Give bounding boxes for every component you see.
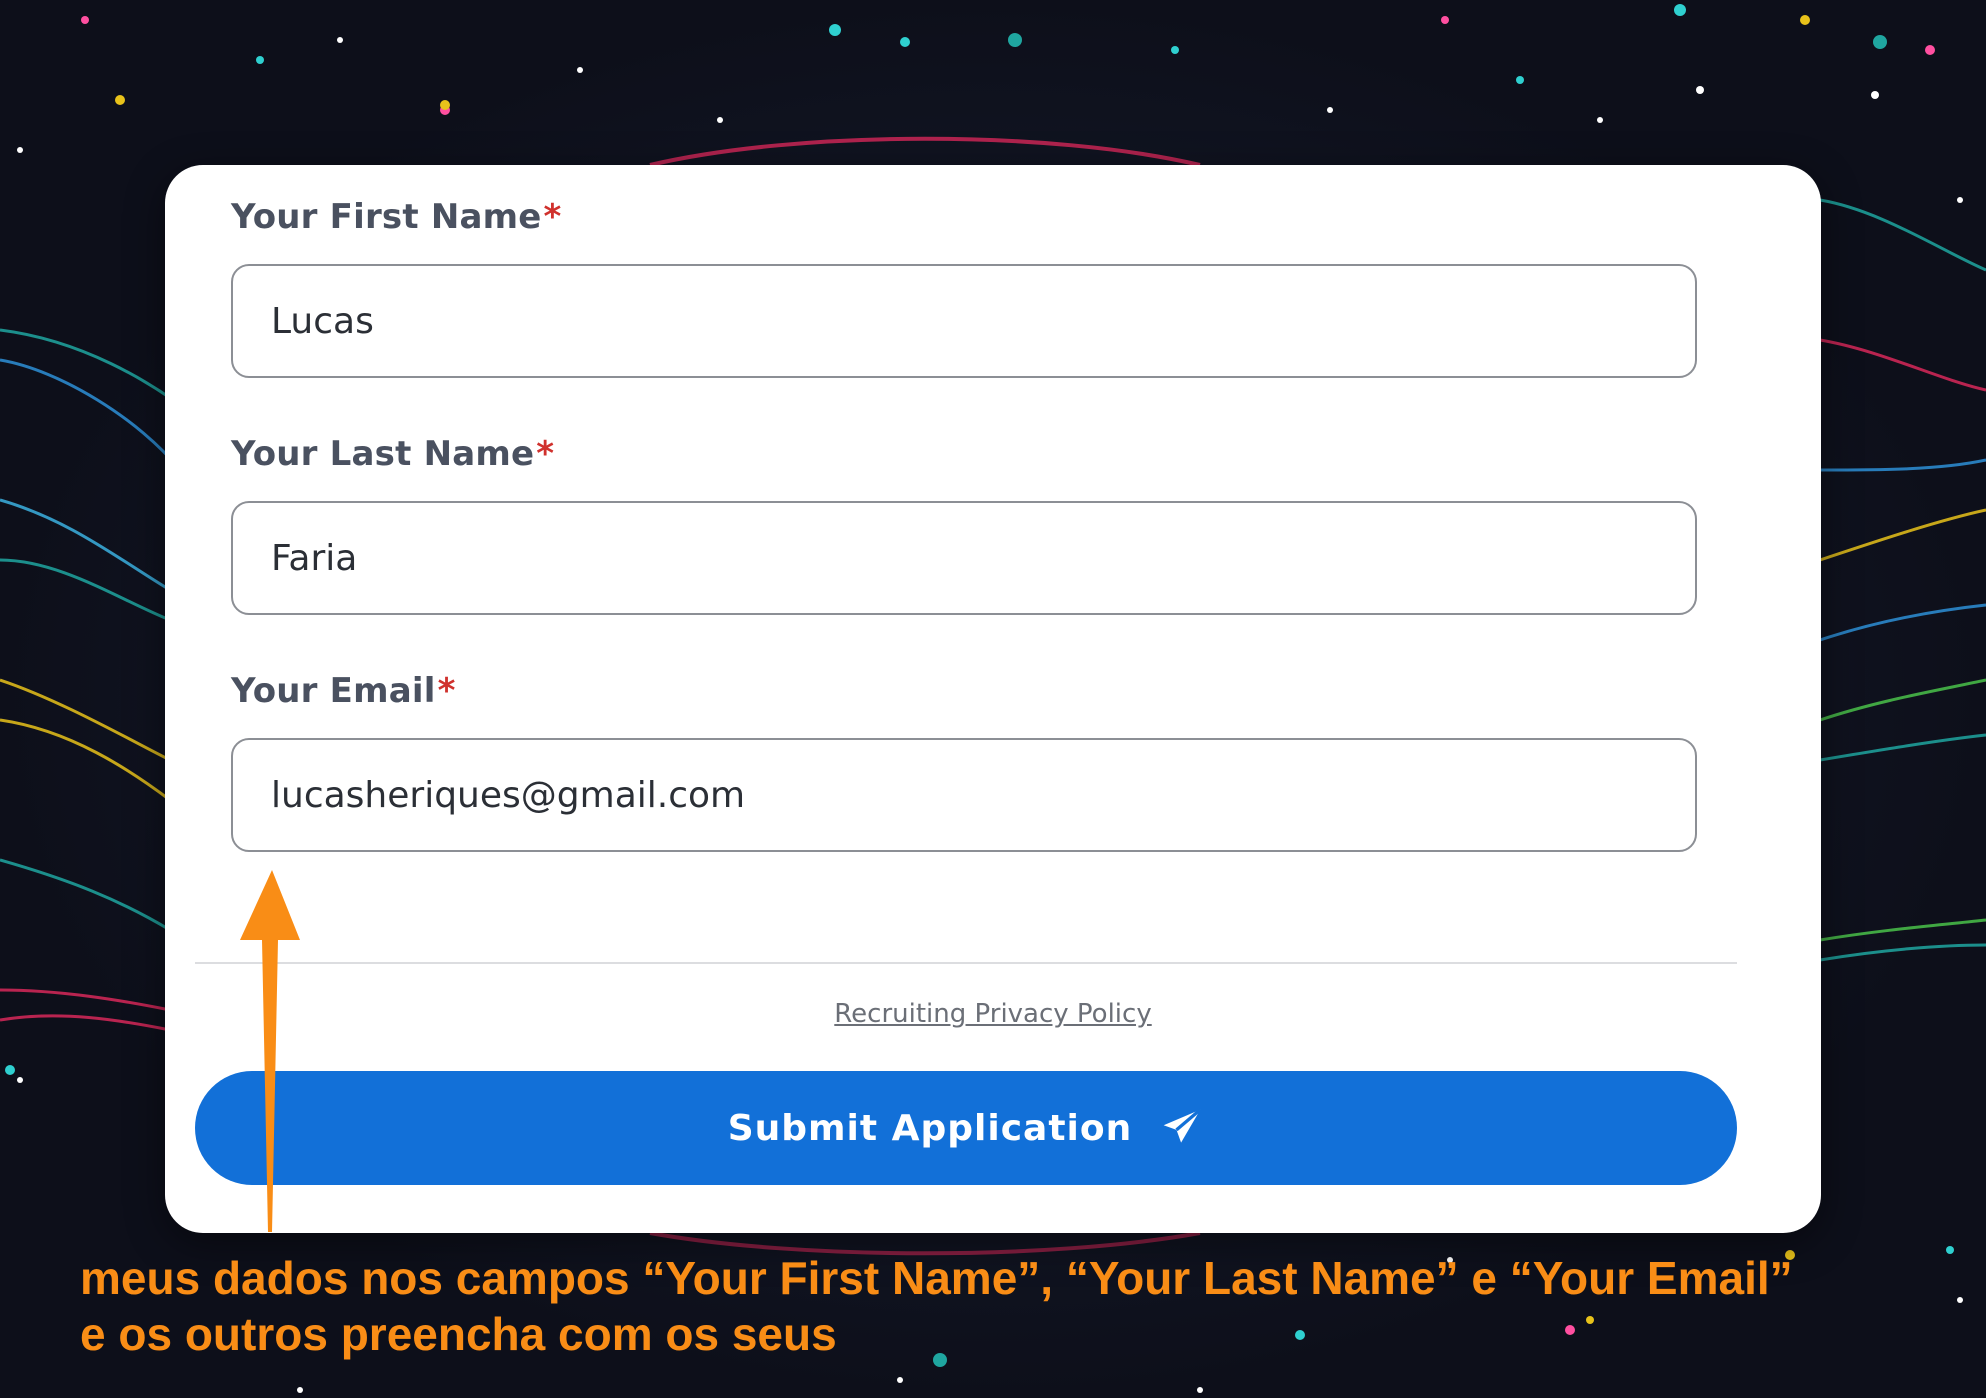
paper-plane-icon: [1163, 1108, 1202, 1143]
required-asterisk: *: [437, 671, 456, 711]
form-divider: [195, 962, 1737, 964]
application-form-card: Your First Name* Your Last Name* Your Em…: [165, 165, 1821, 1233]
email-label: Your Email*: [231, 671, 456, 711]
annotation-line-2: e os outros preencha com os seus: [80, 1308, 837, 1360]
first-name-input[interactable]: [231, 264, 1697, 378]
annotation-caption: meus dados nos campos “Your First Name”,…: [80, 1250, 1793, 1362]
email-input[interactable]: [231, 738, 1697, 852]
up-arrow-icon: [240, 870, 300, 1232]
submit-button-label: Submit Application: [727, 1107, 1133, 1149]
submit-application-button[interactable]: Submit Application: [195, 1071, 1737, 1185]
recruiting-privacy-policy-link[interactable]: Recruiting Privacy Policy: [165, 999, 1821, 1029]
last-name-label: Your Last Name*: [231, 434, 555, 474]
last-name-input[interactable]: [231, 501, 1697, 615]
required-asterisk: *: [543, 197, 562, 237]
first-name-label: Your First Name*: [231, 197, 562, 237]
annotation-line-1: meus dados nos campos “Your First Name”,…: [80, 1252, 1793, 1304]
required-asterisk: *: [536, 434, 555, 474]
